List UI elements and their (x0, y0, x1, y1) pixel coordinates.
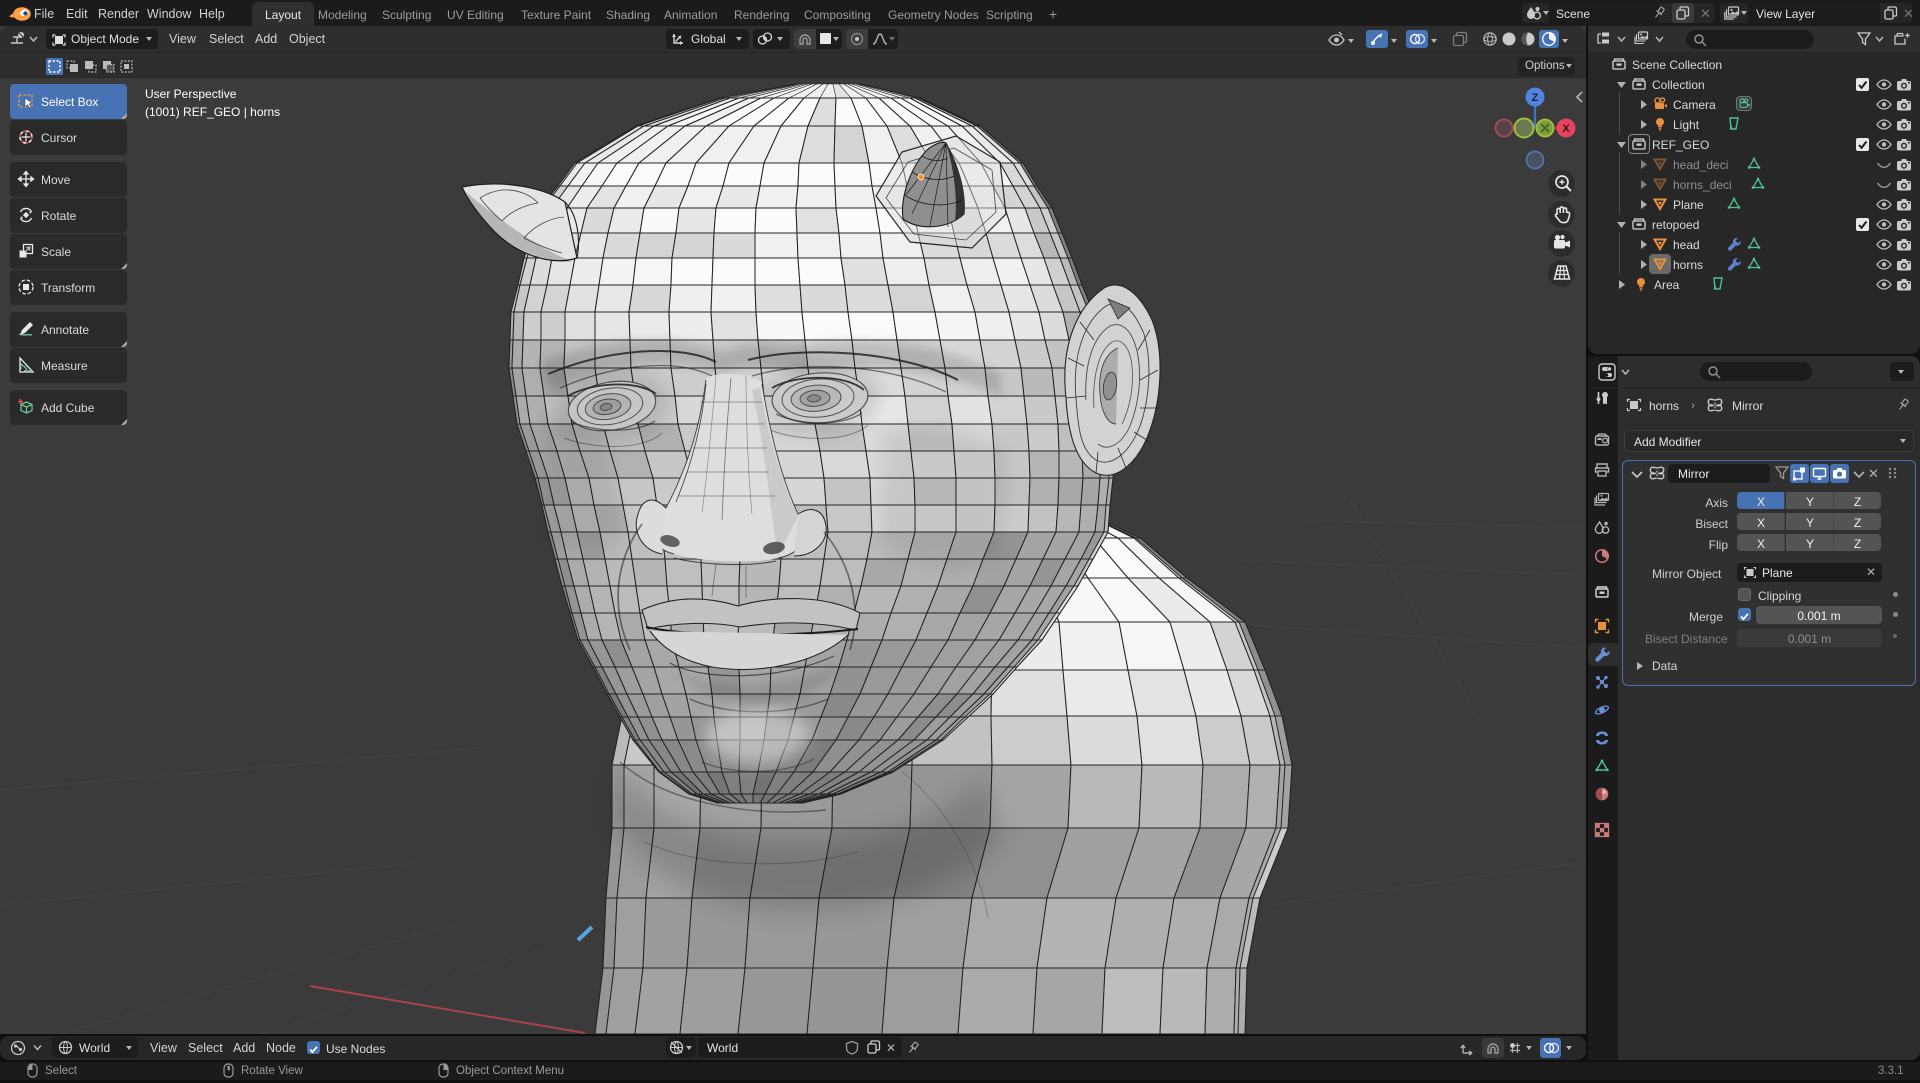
svg-text:Z: Z (1532, 92, 1539, 104)
svg-text:X: X (1562, 123, 1570, 135)
